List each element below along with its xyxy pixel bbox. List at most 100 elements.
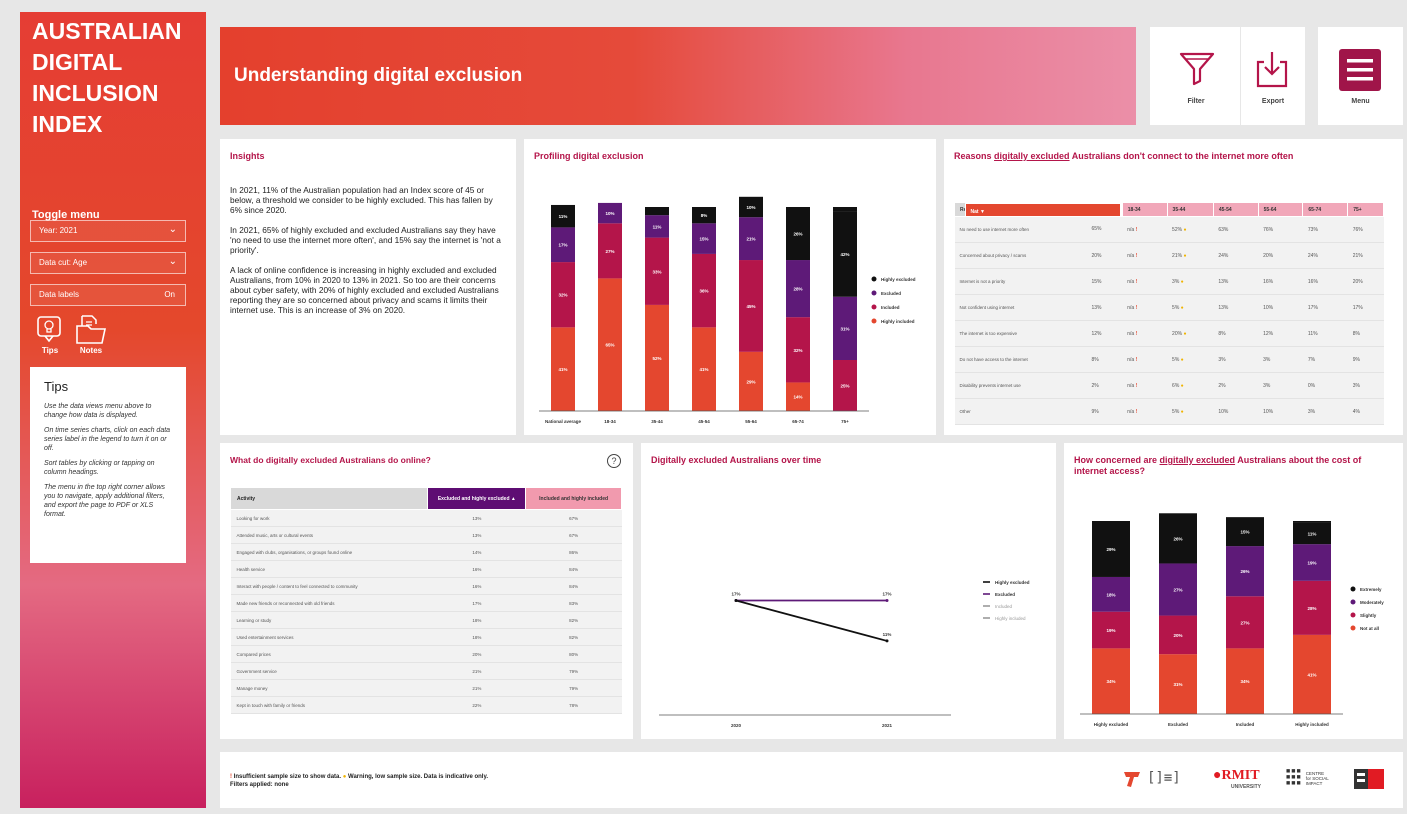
- table-cell: 73%: [1302, 216, 1348, 243]
- table-cell: Manage money: [230, 679, 428, 697]
- hamburger-menu-icon: [1339, 49, 1381, 91]
- tick-label: National average: [545, 419, 582, 424]
- table-cell: 5% ●: [1167, 398, 1214, 425]
- overtime-card: Digitally excluded Australians over time…: [641, 443, 1056, 739]
- brand-title: AUSTRALIAN DIGITAL INCLUSION INDEX: [32, 16, 182, 140]
- table-cell: Attended music, arts or cultural events: [230, 526, 428, 544]
- table-cell: 20%: [427, 645, 526, 663]
- data-label: 15%: [699, 237, 708, 242]
- table-cell: Learning or study: [230, 611, 428, 629]
- table-cell: 17%: [427, 594, 526, 612]
- export-label: Export: [1261, 98, 1285, 105]
- data-label: 32%: [793, 348, 802, 353]
- table-cell: 20% ●: [1167, 320, 1214, 347]
- data-labels-value: On: [164, 290, 175, 299]
- notes-folder-icon: [76, 315, 106, 344]
- brand-line: INCLUSION: [32, 80, 159, 106]
- online-title: What do digitally excluded Australians d…: [230, 455, 431, 465]
- legend-label: Included: [995, 604, 1013, 609]
- data-labels-label: Data labels: [39, 290, 80, 299]
- table-cell: 21%: [427, 679, 526, 697]
- insights-paragraph: In 2021, 65% of highly excluded and excl…: [230, 225, 501, 255]
- data-point: [885, 599, 889, 603]
- filter-label: Filter: [1187, 98, 1205, 105]
- reasons-col-header[interactable]: 35-44: [1166, 202, 1214, 217]
- data-cut-select[interactable]: Data cut: Age ⌄: [30, 252, 186, 274]
- export-button[interactable]: Export: [1242, 27, 1304, 125]
- table-cell: 82%: [525, 628, 622, 646]
- reasons-col-header[interactable]: 45-54: [1212, 202, 1259, 217]
- data-label: 11%: [883, 632, 892, 637]
- table-cell: n/a !: [1122, 398, 1168, 425]
- data-label: 52%: [652, 356, 661, 361]
- data-label: 11%: [559, 214, 568, 219]
- table-cell: Engaged with clubs, organisations, or gr…: [230, 543, 428, 561]
- profiling-card: Profiling digital exclusion 41% 32% 17% 11%…: [524, 139, 936, 435]
- table-row: Compared prices 20% 80%: [230, 645, 622, 663]
- table-cell: Do not have access to the internet: [954, 346, 1087, 373]
- notes-button[interactable]: Notes: [74, 314, 108, 355]
- help-icon[interactable]: ?: [606, 453, 622, 469]
- data-label: 10%: [605, 211, 614, 216]
- reasons-col-header[interactable]: 55-64: [1257, 202, 1304, 217]
- tips-button[interactable]: Tips: [33, 314, 67, 355]
- year-select[interactable]: Year: 2021 ⌄: [30, 220, 186, 242]
- header-banner: Understanding digital exclusion: [220, 27, 1136, 125]
- tips-label: Tips: [41, 346, 59, 355]
- reasons-col-header[interactable]: 65-74: [1302, 202, 1349, 217]
- footer: ! Insufficient sample size to show data.…: [220, 752, 1403, 808]
- insights-card: Insights In 2021, 11% of the Australian …: [220, 139, 516, 435]
- table-row: Disability prevents internet use 2% n/a ! 6…: [954, 372, 1384, 399]
- table-cell: Government service: [230, 662, 428, 680]
- table-row: Other 9% n/a ! 5% ● 10% 10% 3% 4%: [954, 398, 1384, 425]
- warn-insufficient: Insufficient sample size to show data.: [233, 774, 342, 780]
- notes-label: Notes: [79, 346, 103, 355]
- year-select-label: Year: 2021: [39, 226, 78, 235]
- data-label: 26%: [1240, 569, 1249, 574]
- table-row: Government service 21% 79%: [230, 662, 622, 680]
- data-label: 28%: [793, 287, 802, 292]
- data-point: [734, 599, 738, 603]
- reasons-col-header[interactable]: 18-34: [1121, 202, 1168, 217]
- page-title: Understanding digital exclusion: [234, 65, 523, 86]
- reasons-col-header[interactable]: 75+: [1347, 202, 1384, 217]
- svg-text:?: ?: [611, 456, 616, 466]
- partner-logo: [1354, 769, 1384, 789]
- brand-line: DIGITAL: [32, 49, 123, 75]
- table-cell: 15%: [1086, 268, 1123, 295]
- data-label: 15%: [1240, 530, 1249, 535]
- online-col-header[interactable]: Activity: [229, 487, 429, 510]
- data-label: 41%: [699, 367, 708, 372]
- bar-segment: [833, 207, 857, 212]
- table-cell: Used entertainment services: [230, 628, 428, 646]
- table-cell: Made new friends or reconnected with old…: [230, 594, 428, 612]
- menu-button[interactable]: Menu: [1318, 27, 1403, 125]
- table-cell: 84%: [525, 577, 622, 595]
- data-label: 41%: [558, 367, 567, 372]
- filter-button[interactable]: Filter: [1152, 27, 1240, 125]
- tick-label: 18-34: [604, 419, 616, 424]
- tick-label: 2021: [882, 723, 893, 728]
- legend-marker: [1350, 612, 1356, 618]
- table-cell: 13%: [1213, 268, 1259, 295]
- online-col-header[interactable]: Included and highly included: [525, 487, 622, 510]
- menu-label: Menu: [1351, 98, 1370, 105]
- table-cell: 13%: [427, 509, 526, 527]
- reasons-col-header[interactable]: Nat ▼: [964, 202, 1121, 217]
- data-label: 14%: [793, 395, 802, 400]
- table-cell: 18%: [427, 611, 526, 629]
- reasons-card: Reasons digitally excluded Australians d…: [944, 139, 1403, 435]
- tips-box: Tips Use the data views menu above to ch…: [30, 367, 186, 563]
- data-label: 65%: [605, 343, 614, 348]
- table-cell: 16%: [1302, 268, 1348, 295]
- table-cell: 17%: [1347, 294, 1384, 321]
- tick-label: Excluded: [1168, 722, 1188, 727]
- online-table: Activity Excluded and highly excluded ▲ In…: [229, 487, 622, 714]
- data-label: 25%: [840, 384, 849, 389]
- table-row: Used entertainment services 18% 82%: [230, 628, 622, 646]
- online-col-header[interactable]: Excluded and highly excluded ▲: [427, 487, 527, 510]
- table-cell: 17%: [1302, 294, 1348, 321]
- filters-applied: Filters applied: none: [230, 782, 289, 788]
- table-row: Manage money 21% 79%: [230, 679, 622, 697]
- data-labels-toggle[interactable]: Data labels On: [30, 284, 186, 306]
